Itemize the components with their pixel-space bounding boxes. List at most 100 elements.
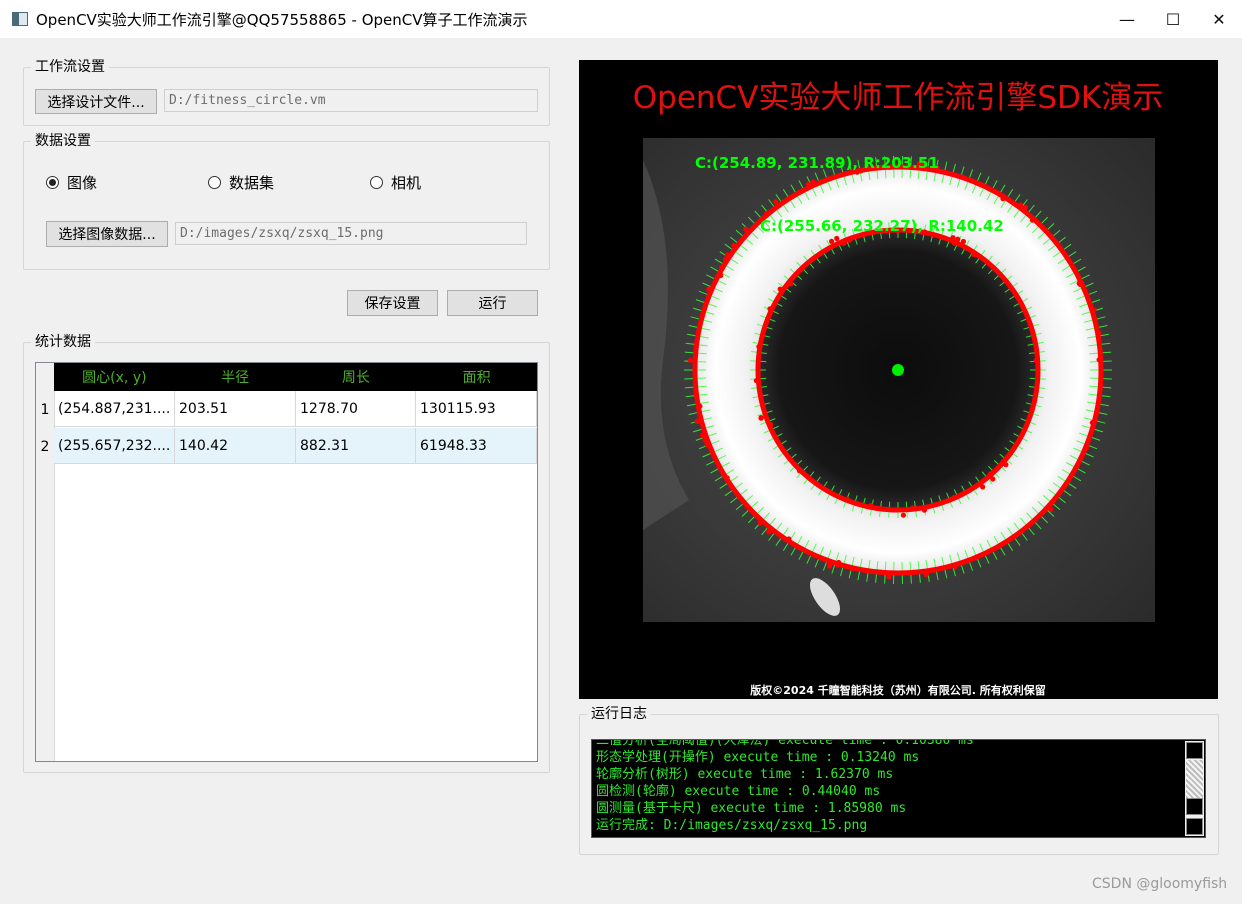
log-line: 圆检测(轮廓) execute time : 0.44040 ms bbox=[596, 784, 881, 799]
row-number[interactable]: 1 bbox=[36, 391, 54, 428]
close-button[interactable]: ✕ bbox=[1196, 0, 1242, 38]
edge-point bbox=[829, 238, 835, 244]
radio-camera-indicator bbox=[370, 176, 383, 189]
edge-point bbox=[952, 563, 958, 570]
log-line: 形态学处理(开操作) execute time : 0.13240 ms bbox=[596, 750, 920, 765]
edge-point bbox=[764, 210, 770, 216]
edge-point bbox=[723, 256, 729, 262]
design-file-path-field[interactable]: D:/fitness_circle.vm bbox=[164, 89, 538, 112]
edge-point bbox=[841, 240, 847, 246]
copyright-text: 版权©2024 千瞳智能科技（苏州）有限公司. 所有权利保留 bbox=[750, 683, 1045, 697]
edge-point bbox=[960, 238, 966, 245]
log-line: 运行完成: D:/images/zsxq/zsxq_15.png bbox=[596, 818, 868, 833]
minimize-button[interactable]: — bbox=[1104, 0, 1150, 38]
log-scrollbar[interactable] bbox=[1185, 741, 1204, 836]
edge-point bbox=[961, 175, 967, 181]
edge-point bbox=[805, 181, 812, 187]
edge-point bbox=[753, 378, 759, 384]
cell-area[interactable]: 130115.93 bbox=[416, 391, 537, 427]
column-header-area[interactable]: 面积 bbox=[416, 363, 537, 391]
minimize-icon: — bbox=[1119, 9, 1135, 29]
radio-camera-label: 相机 bbox=[391, 174, 422, 192]
run-button[interactable]: 运行 bbox=[447, 290, 538, 316]
edge-point bbox=[834, 562, 840, 568]
edge-point bbox=[786, 536, 792, 542]
edge-point bbox=[951, 495, 957, 501]
image-path-field[interactable]: D:/images/zsxq/zsxq_15.png bbox=[175, 222, 527, 245]
outer-circle-label: C:(254.89, 231.89), R:203.51 bbox=[695, 154, 939, 172]
edge-point bbox=[688, 357, 694, 363]
edge-point bbox=[1096, 357, 1102, 363]
edge-point bbox=[1003, 462, 1009, 468]
edge-point bbox=[826, 563, 833, 569]
edge-point bbox=[987, 471, 994, 477]
window-title: OpenCV实验大师工作流引擎@QQ57558865 - OpenCV算子工作流… bbox=[36, 11, 528, 29]
column-header-radius[interactable]: 半径 bbox=[175, 363, 296, 391]
title-bar: OpenCV实验大师工作流引擎@QQ57558865 - OpenCV算子工作流… bbox=[0, 0, 1242, 38]
watermark: CSDN @gloomyfish bbox=[1092, 876, 1228, 892]
edge-point bbox=[788, 281, 794, 287]
edge-point bbox=[1083, 445, 1089, 451]
edge-point bbox=[980, 484, 986, 490]
log-title: 运行日志 bbox=[587, 705, 651, 723]
table-row[interactable]: 1 (254.887,231.... 203.51 1278.70 130115… bbox=[36, 391, 537, 428]
cell-center[interactable]: (255.657,232.... bbox=[54, 428, 175, 464]
data-settings-group bbox=[23, 141, 550, 270]
edge-point bbox=[1077, 281, 1083, 287]
edge-point bbox=[704, 442, 710, 448]
scroll-up-button[interactable] bbox=[1186, 742, 1203, 759]
table-row[interactable]: 2 (255.657,232.... 140.42 882.31 61948.3… bbox=[36, 428, 537, 465]
edge-point bbox=[724, 475, 730, 481]
cell-perimeter[interactable]: 1278.70 bbox=[296, 391, 416, 427]
stats-table[interactable]: 圆心(x, y) 半径 周长 面积 1 (254.887,231.... 203… bbox=[35, 362, 538, 762]
select-image-data-button[interactable]: 选择图像数据... bbox=[46, 221, 168, 247]
scroll-down-button[interactable] bbox=[1186, 818, 1203, 835]
cell-radius[interactable]: 140.42 bbox=[175, 428, 296, 464]
select-design-file-button[interactable]: 选择设计文件... bbox=[35, 89, 157, 114]
cell-area[interactable]: 61948.33 bbox=[416, 428, 537, 464]
edge-point bbox=[900, 512, 906, 518]
edge-point bbox=[964, 558, 970, 564]
table-header: 圆心(x, y) 半径 周长 面积 bbox=[54, 363, 537, 391]
save-settings-button[interactable]: 保存设置 bbox=[347, 290, 438, 316]
result-image: OpenCV实验大师工作流引擎SDK演示 C:(254.89, 231.89),… bbox=[633, 80, 1164, 697]
radio-camera[interactable]: 相机 bbox=[370, 172, 421, 193]
edge-point bbox=[1089, 420, 1095, 426]
cell-center[interactable]: (254.887,231.... bbox=[54, 391, 175, 427]
edge-point bbox=[767, 421, 774, 428]
edge-point bbox=[775, 438, 781, 444]
edge-point bbox=[773, 199, 779, 205]
edge-point bbox=[731, 242, 737, 249]
edge-point bbox=[848, 565, 854, 571]
edge-point bbox=[718, 264, 725, 270]
close-icon: ✕ bbox=[1212, 9, 1226, 29]
viewer-heading: OpenCV实验大师工作流引擎SDK演示 bbox=[633, 80, 1164, 116]
edge-point bbox=[1000, 196, 1006, 202]
column-header-center[interactable]: 圆心(x, y) bbox=[54, 363, 175, 391]
scroll-page-button[interactable] bbox=[1186, 798, 1203, 815]
column-header-perimeter[interactable]: 周长 bbox=[296, 363, 417, 391]
row-number[interactable]: 2 bbox=[36, 428, 54, 465]
edge-point bbox=[844, 496, 850, 502]
edge-point bbox=[796, 468, 803, 474]
radio-image[interactable]: 图像 bbox=[46, 172, 97, 193]
scroll-thumb[interactable] bbox=[1186, 760, 1203, 798]
edge-point bbox=[1022, 204, 1028, 210]
edge-point bbox=[777, 286, 783, 292]
log-output[interactable]: 二值分析(全局阈值)(大津法) execute time : 0.10380 m… bbox=[591, 739, 1206, 838]
edge-point bbox=[847, 237, 853, 243]
edge-point bbox=[921, 507, 927, 513]
edge-point bbox=[1074, 462, 1081, 468]
edge-point bbox=[971, 251, 977, 258]
workflow-settings-title: 工作流设置 bbox=[31, 58, 109, 76]
cell-radius[interactable]: 203.51 bbox=[175, 391, 296, 427]
inner-circle-label: C:(255.66, 232.27), R:140.42 bbox=[760, 217, 1004, 235]
radio-dataset[interactable]: 数据集 bbox=[208, 172, 274, 193]
data-settings-title: 数据设置 bbox=[31, 132, 95, 150]
radio-image-label: 图像 bbox=[67, 174, 98, 192]
radio-image-indicator bbox=[46, 176, 59, 189]
app-icon bbox=[12, 12, 28, 26]
maximize-button[interactable]: ☐ bbox=[1150, 0, 1196, 38]
cell-perimeter[interactable]: 882.31 bbox=[296, 428, 416, 464]
edge-point bbox=[758, 415, 764, 421]
